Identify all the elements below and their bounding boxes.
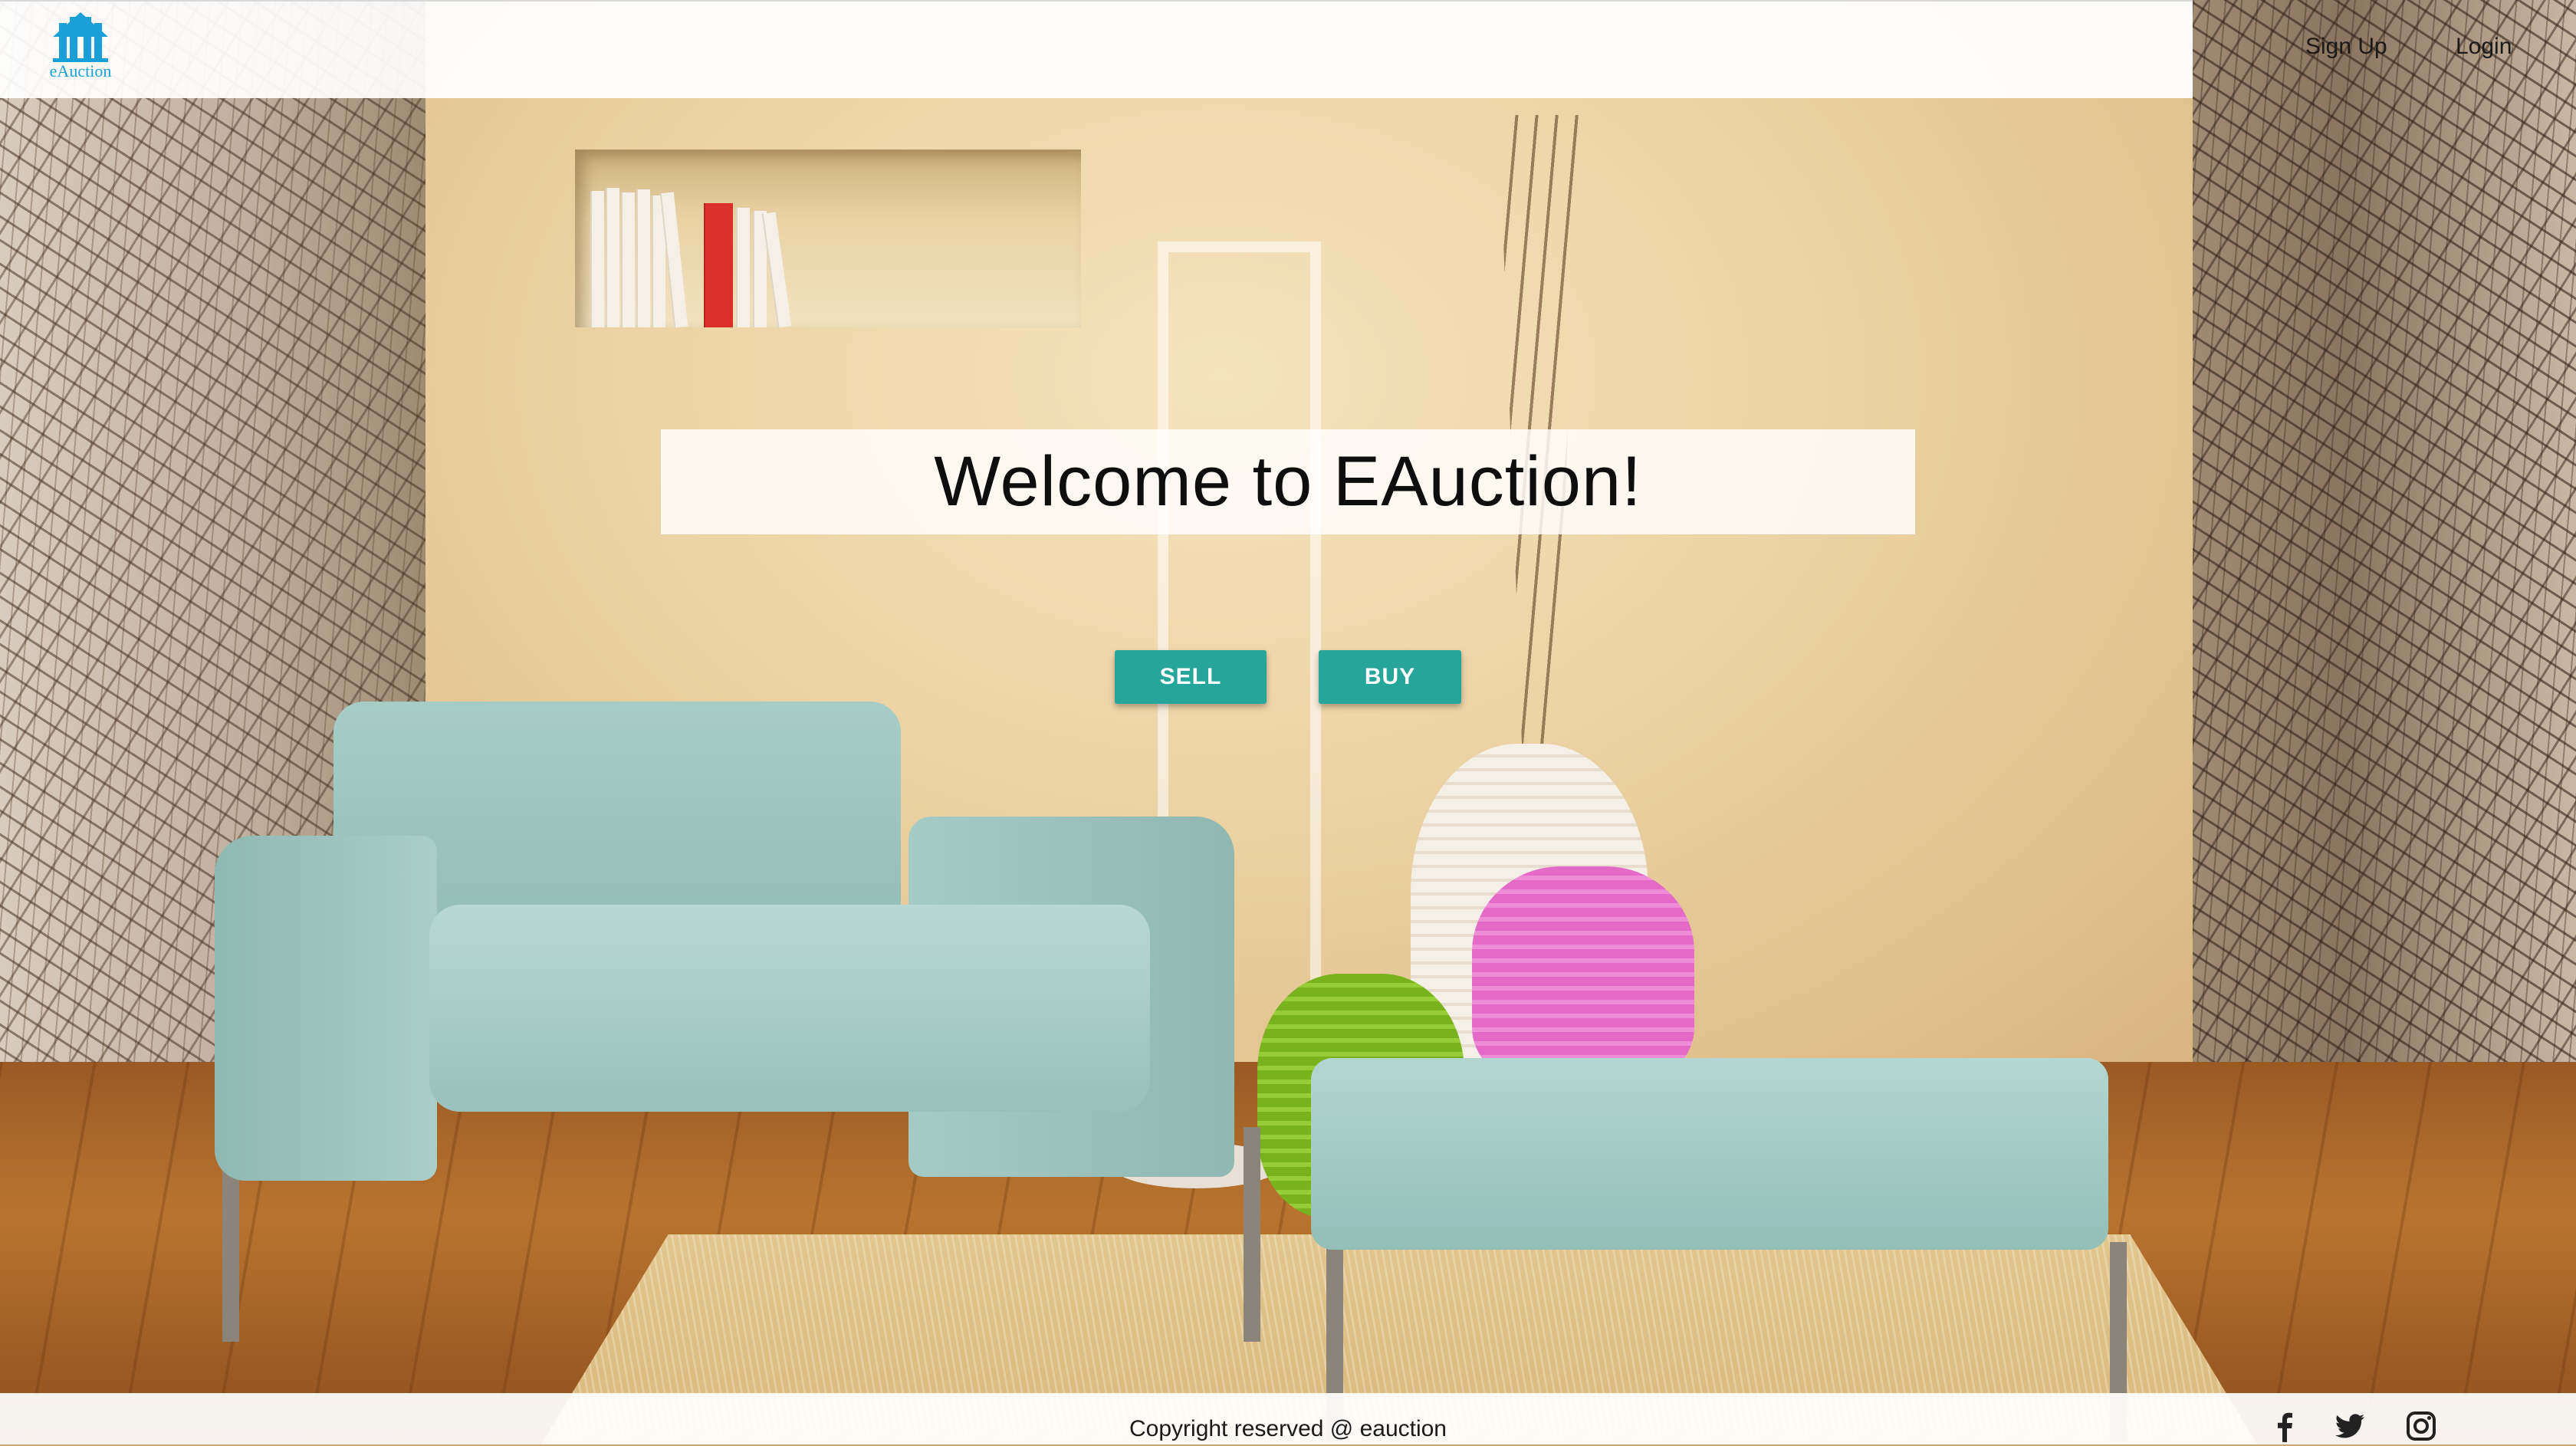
book <box>704 203 733 327</box>
footer: Copyright reserved @ eauction <box>0 1393 2576 1444</box>
book <box>736 208 750 327</box>
copyright-text: Copyright reserved @ eauction <box>1129 1416 1447 1441</box>
armchair-seat <box>429 905 1150 1112</box>
welcome-banner: Welcome to EAuction! <box>661 429 1915 534</box>
cracked-wall-right <box>2193 0 2576 1073</box>
logo-text: eAuction <box>49 61 112 81</box>
login-link[interactable]: Login <box>2456 34 2512 60</box>
armchair-left-arm <box>215 836 437 1181</box>
buy-button[interactable]: BUY <box>1319 650 1461 704</box>
signup-link[interactable]: Sign Up <box>2305 34 2387 60</box>
page-title: Welcome to EAuction! <box>934 442 1642 521</box>
top-navbar: eAuction <box>0 0 2193 98</box>
pink-vase <box>1472 866 1694 1081</box>
wall-shelf <box>575 150 1081 328</box>
twitter-icon[interactable] <box>2334 1410 2366 1442</box>
book <box>606 188 619 327</box>
ottoman <box>1311 1058 2108 1250</box>
book <box>636 189 650 327</box>
book <box>621 192 635 327</box>
sell-button[interactable]: SELL <box>1115 650 1267 704</box>
gavel-house-logo-icon <box>53 12 108 62</box>
facebook-icon[interactable] <box>2269 1410 2302 1442</box>
instagram-icon[interactable] <box>2405 1410 2437 1442</box>
book <box>590 191 604 327</box>
logo[interactable]: eAuction <box>38 9 123 92</box>
background-image <box>0 0 2576 1444</box>
